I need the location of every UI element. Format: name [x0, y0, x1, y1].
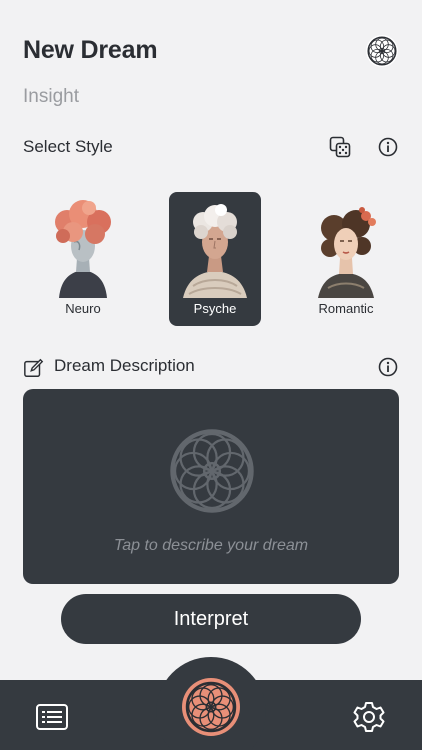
dice-icon[interactable]: [329, 136, 351, 158]
style-label-psyche: Psyche: [193, 301, 237, 316]
dream-description-input[interactable]: Tap to describe your dream: [23, 389, 399, 584]
new-dream-tab-icon[interactable]: [181, 677, 241, 737]
style-card-neuro[interactable]: Neuro: [37, 192, 129, 326]
style-info-icon[interactable]: [378, 137, 398, 157]
style-card-romantic[interactable]: Romantic: [300, 192, 392, 326]
description-placeholder: Tap to describe your dream: [113, 537, 309, 554]
psyche-portrait-image: [183, 204, 247, 298]
page-subtitle: Insight: [23, 86, 79, 107]
journal-list-icon[interactable]: [35, 700, 69, 734]
description-info-icon[interactable]: [378, 357, 398, 377]
dreamcatcher-icon[interactable]: [365, 34, 399, 68]
select-style-label: Select Style: [23, 137, 113, 156]
page-title: New Dream: [23, 36, 158, 64]
dream-description-label: Dream Description: [54, 356, 195, 375]
romantic-portrait-image: [318, 207, 376, 298]
dreamcatcher-placeholder-icon: [169, 428, 255, 514]
interpret-button[interactable]: Interpret: [61, 594, 361, 644]
style-label-romantic: Romantic: [318, 301, 374, 316]
edit-icon: [24, 358, 44, 377]
neuro-portrait-image: [55, 200, 111, 298]
settings-gear-icon[interactable]: [352, 700, 386, 734]
style-card-psyche[interactable]: Psyche: [169, 192, 261, 326]
style-label-neuro: Neuro: [65, 301, 101, 316]
